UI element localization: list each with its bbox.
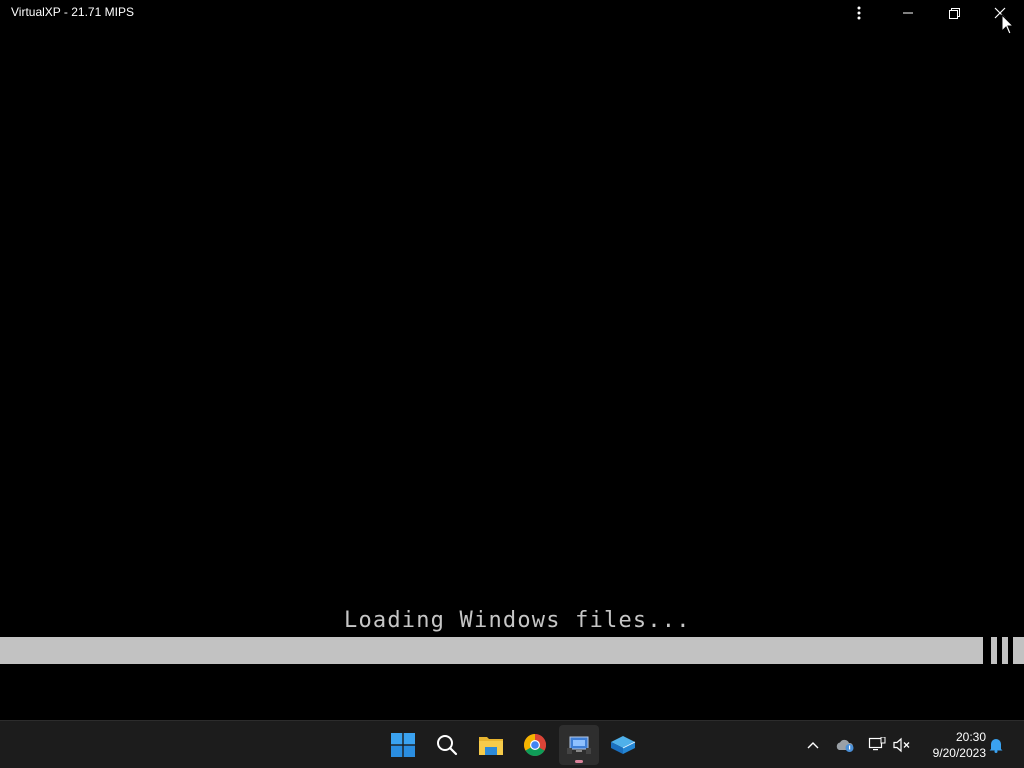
chrome-icon [524, 734, 546, 756]
network-icon [868, 737, 886, 751]
file-explorer-icon [479, 737, 503, 755]
search-button[interactable] [427, 725, 467, 765]
volume-tray-button[interactable] [890, 733, 914, 757]
onedrive-icon [836, 739, 854, 752]
virtualxp-taskbar-button[interactable] [559, 725, 599, 765]
screen: VirtualXP - 21.71 MIPS Loading Windows f… [0, 0, 1024, 768]
virtualbox-icon [611, 736, 636, 754]
more-options-button[interactable] [837, 0, 881, 26]
chrome-button[interactable] [515, 725, 555, 765]
clock-time: 20:30 [955, 730, 986, 744]
restore-button[interactable] [932, 0, 976, 26]
clock[interactable]: 20:30 9/20/2023 [916, 729, 986, 761]
show-hidden-icons-button[interactable] [801, 733, 825, 757]
minimize-icon [903, 12, 913, 14]
virtualxp-icon [567, 736, 591, 754]
window-title: VirtualXP - 21.71 MIPS [11, 5, 134, 19]
volume-muted-icon [893, 737, 910, 753]
active-indicator [575, 760, 583, 763]
mouse-cursor-icon [1001, 14, 1015, 35]
title-bar[interactable]: VirtualXP - 21.71 MIPS [0, 0, 1024, 26]
notifications-button[interactable] [984, 733, 1008, 757]
onedrive-tray-button[interactable] [833, 733, 857, 757]
file-explorer-button[interactable] [471, 725, 511, 765]
close-button[interactable] [978, 0, 1022, 26]
clock-date: 9/20/2023 [932, 746, 986, 760]
notification-bell-icon [989, 739, 1003, 753]
progress-bar-fill [0, 637, 983, 664]
taskbar: 20:30 9/20/2023 [0, 720, 1024, 768]
loading-progress-bar [0, 637, 1024, 664]
network-tray-button[interactable] [865, 733, 889, 757]
progress-bar-segment [1013, 637, 1024, 664]
more-vertical-icon [857, 6, 861, 20]
loading-status-text: Loading Windows files... [344, 608, 691, 633]
minimize-button[interactable] [886, 0, 930, 26]
virtualbox-button[interactable] [603, 725, 643, 765]
restore-icon [948, 7, 960, 19]
windows-start-icon [391, 733, 415, 757]
progress-bar-segment [991, 637, 997, 664]
chevron-up-icon [807, 742, 819, 749]
start-button[interactable] [383, 725, 423, 765]
search-icon [437, 735, 458, 756]
progress-bar-segment [1002, 637, 1008, 664]
